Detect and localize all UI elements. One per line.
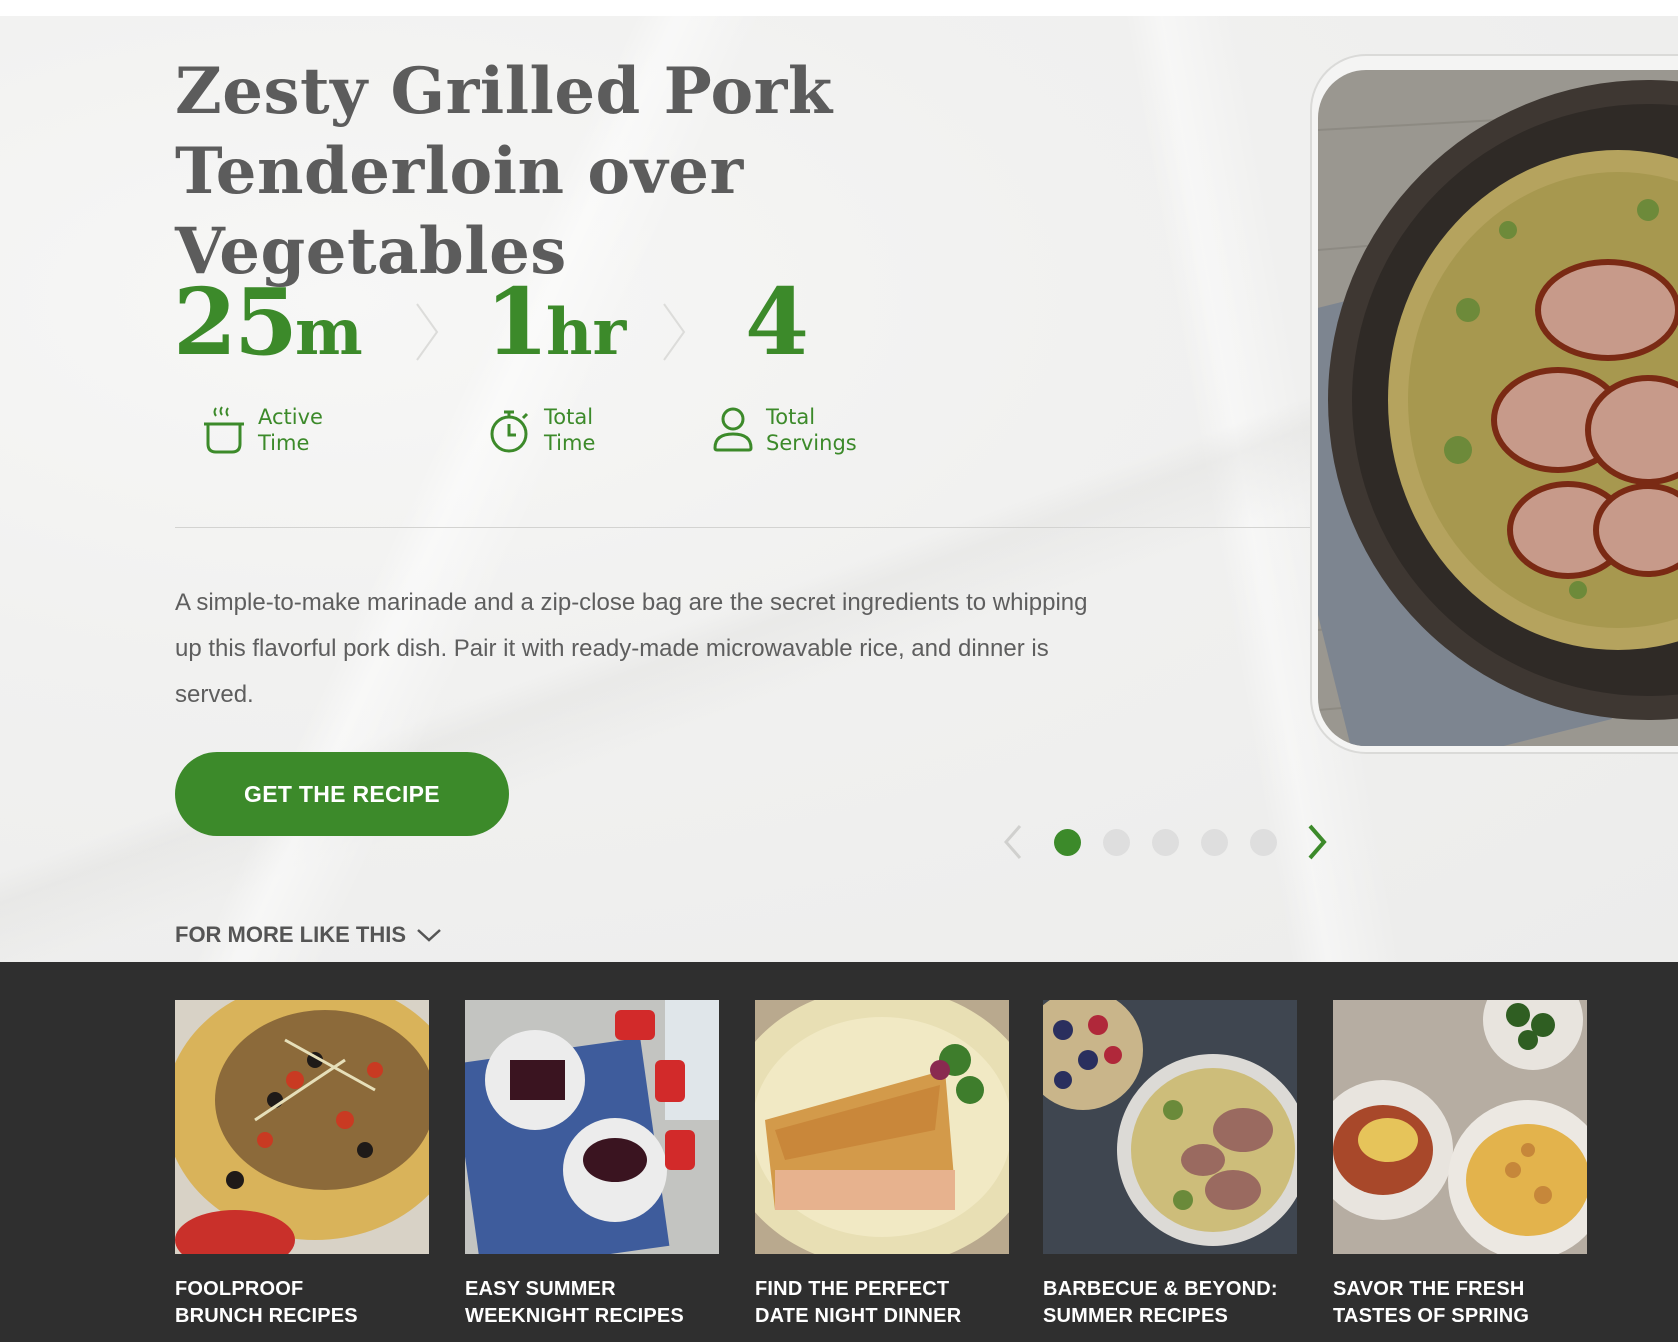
carousel-dot-2[interactable]: [1103, 829, 1130, 856]
hero-dish-photo: [1318, 70, 1678, 746]
collection-thumbnail: [1043, 1000, 1297, 1254]
servings-label: Total Servings: [712, 404, 857, 456]
collection-card[interactable]: FIND THE PERFECT DATE NIGHT DINNER: [755, 1000, 1009, 1330]
for-more-like-this-label: FOR MORE LIKE THIS: [175, 922, 406, 947]
collection-thumbnail: [175, 1000, 429, 1254]
collection-title: SAVOR THE FRESH TASTES OF SPRING: [1333, 1278, 1530, 1327]
active-time-label: Active Time: [202, 404, 323, 456]
active-time-value: 25m: [173, 268, 363, 376]
carousel-dot-3[interactable]: [1152, 829, 1179, 856]
collection-title: FIND THE PERFECT DATE NIGHT DINNER: [755, 1278, 962, 1327]
recipe-title: Zesty Grilled Pork Tenderloin over Veget…: [175, 54, 833, 289]
total-time-value: 1hr: [485, 268, 627, 376]
chevron-left-icon[interactable]: [998, 822, 1028, 862]
for-more-like-this-toggle[interactable]: FOR MORE LIKE THIS: [175, 922, 442, 948]
collection-thumbnail: [755, 1000, 1009, 1254]
recipe-description: A simple-to-make marinade and a zip-clos…: [175, 589, 1088, 708]
separator-chevron-icon: [416, 303, 439, 361]
carousel-dots: [1054, 829, 1277, 856]
collection-thumbnail: [465, 1000, 719, 1254]
pot-icon: [204, 406, 244, 454]
top-strip: [0, 0, 1678, 16]
collection-title: EASY SUMMER WEEKNIGHT RECIPES: [465, 1278, 684, 1327]
carousel-dot-4[interactable]: [1201, 829, 1228, 856]
total-time-label: Total Time: [488, 404, 595, 456]
carousel-dot-5[interactable]: [1250, 829, 1277, 856]
carousel-dot-1[interactable]: [1054, 829, 1081, 856]
collection-card[interactable]: BARBECUE & BEYOND: SUMMER RECIPES: [1043, 1000, 1297, 1330]
servings-value: 4: [745, 268, 809, 376]
collection-card[interactable]: FOOLPROOF BRUNCH RECIPES: [175, 1000, 429, 1330]
divider: [175, 527, 1310, 528]
chevron-right-icon[interactable]: [1302, 822, 1332, 862]
person-icon: [713, 407, 753, 452]
collection-title: FOOLPROOF BRUNCH RECIPES: [175, 1278, 358, 1327]
collection-card[interactable]: SAVOR THE FRESH TASTES OF SPRING: [1333, 1000, 1587, 1330]
separator-chevron-icon: [663, 303, 686, 361]
chevron-down-icon: [417, 929, 441, 942]
collection-title: BARBECUE & BEYOND: SUMMER RECIPES: [1043, 1278, 1278, 1327]
stopwatch-icon: [490, 410, 529, 453]
get-the-recipe-button[interactable]: GET THE RECIPE: [175, 752, 509, 836]
collection-card[interactable]: EASY SUMMER WEEKNIGHT RECIPES: [465, 1000, 719, 1330]
collection-thumbnail: [1333, 1000, 1587, 1254]
